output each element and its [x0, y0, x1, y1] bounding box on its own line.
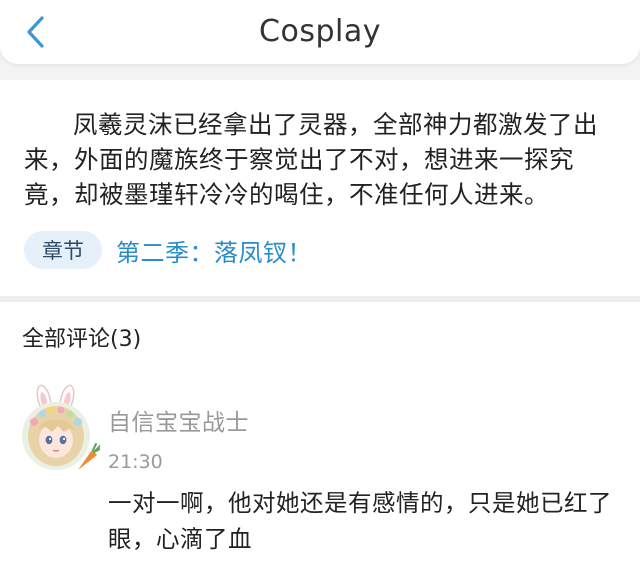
anime-girl-bunny-ears-avatar[interactable]	[20, 384, 101, 472]
chapter-content: 凤羲灵沫已经拿出了灵器，全部神力都激发了出来，外面的魔族终于察觉出了不对，想进来…	[0, 80, 640, 296]
avatar-image	[22, 384, 101, 470]
app-header: Cosplay	[0, 0, 640, 64]
chapter-link[interactable]: 第二季：落凤钗！	[116, 233, 312, 268]
comment-text: 一对一啊，他对她还是有感情的，只是她已红了眼，心滴了血	[108, 489, 612, 553]
chapter-paragraph: 凤羲灵沫已经拿出了灵器，全部神力都激发了出来，外面的魔族终于察觉出了不对，想进来…	[24, 110, 598, 209]
page-title: Cosplay	[259, 14, 381, 49]
comments-title: 全部评论(3)	[22, 327, 142, 352]
comment-time: 21:30	[108, 451, 163, 473]
comment-username[interactable]: 自信宝宝战士	[108, 408, 249, 438]
chapter-row: 章节 第二季：落凤钗！	[24, 230, 312, 270]
chapter-tag: 章节	[24, 231, 102, 269]
section-divider	[0, 296, 640, 302]
